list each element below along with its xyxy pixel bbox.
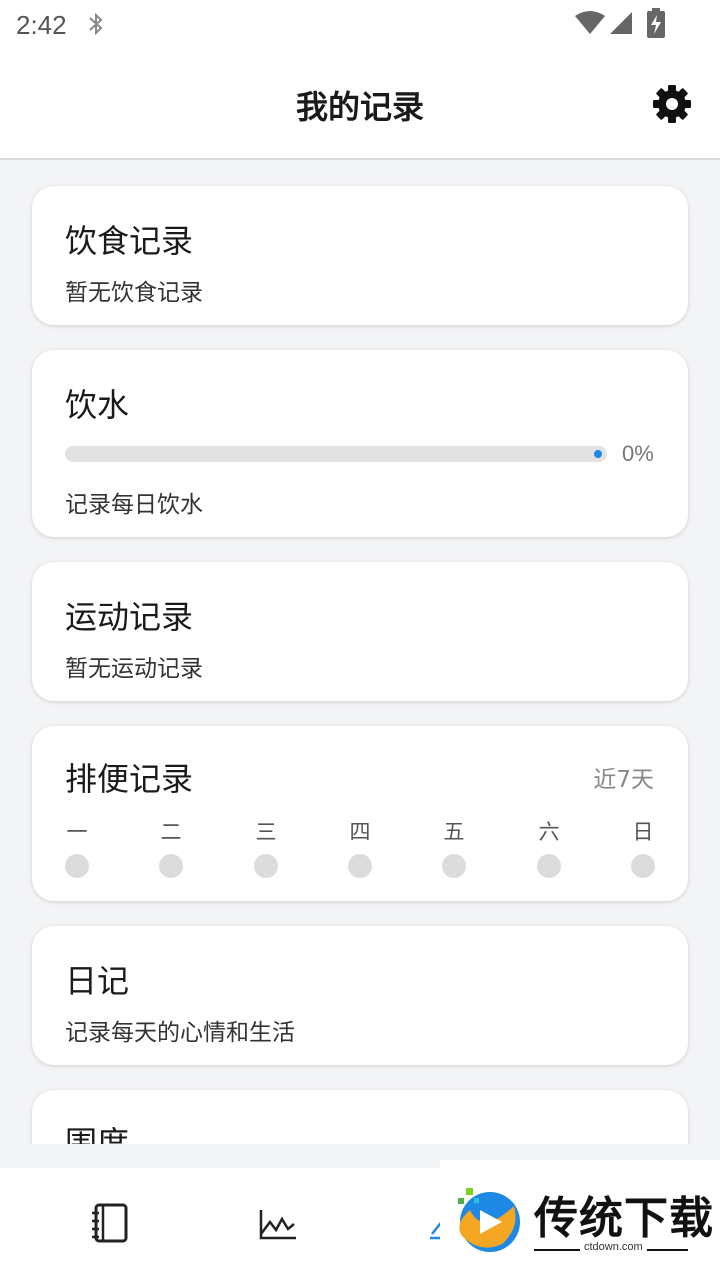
range-label: 近7天	[593, 767, 654, 793]
page-title: 我的记录	[295, 88, 424, 126]
day-status-dot	[631, 854, 655, 878]
nav-item-trends[interactable]	[216, 1168, 336, 1280]
exercise-card-title: 运动记录	[65, 598, 194, 636]
water-card[interactable]: 饮水 0% 记录每日饮水	[32, 350, 688, 537]
day-label: 五	[443, 820, 465, 844]
diary-card-title: 日记	[65, 962, 130, 1000]
day-status-dot	[348, 854, 372, 878]
diary-card-subtitle: 记录每天的心情和生活	[65, 1020, 295, 1046]
day-column: 四	[340, 816, 380, 878]
water-progress-end-dot	[594, 450, 602, 458]
day-column: 一	[57, 816, 97, 878]
day-status-dot	[537, 854, 561, 878]
exercise-card-subtitle: 暂无运动记录	[65, 656, 203, 682]
watermark: 传统下载 ctdown.com	[440, 1160, 720, 1260]
diary-card[interactable]: 日记 记录每天的心情和生活	[32, 926, 688, 1065]
water-progress-bar	[65, 446, 607, 462]
day-status-dot	[159, 854, 183, 878]
status-time: 2:42	[16, 10, 67, 40]
water-card-subtitle: 记录每日饮水	[65, 492, 203, 518]
bluetooth-icon	[89, 12, 103, 36]
water-card-title: 饮水	[65, 386, 130, 424]
day-column: 三	[246, 816, 286, 878]
day-label: 三	[255, 820, 277, 844]
day-column: 六	[529, 816, 569, 878]
diet-record-card[interactable]: 饮食记录 暂无饮食记录	[32, 186, 688, 325]
battery-charging-icon	[647, 8, 665, 38]
day-status-dot	[65, 854, 89, 878]
day-status-dot	[442, 854, 466, 878]
day-label: 六	[538, 820, 560, 844]
watermark-title: 传统下载	[534, 1193, 714, 1244]
day-label: 四	[349, 820, 371, 844]
bowel-record-card[interactable]: 排便记录 近7天 一 二 三 四 五 六 日	[32, 726, 688, 901]
status-bar: 2:42	[0, 0, 720, 52]
signal-icon	[610, 12, 632, 34]
wifi-icon	[575, 11, 605, 34]
app-bar: 我的记录	[0, 52, 720, 160]
watermark-url: ctdown.com	[580, 1241, 647, 1253]
bowel-card-title: 排便记录	[65, 760, 194, 798]
nav-item-notebook[interactable]	[48, 1168, 168, 1280]
day-label: 日	[632, 820, 654, 844]
water-progress-percent: 0%	[622, 441, 654, 466]
gear-icon[interactable]	[652, 84, 692, 124]
day-status-dot	[254, 854, 278, 878]
diet-card-subtitle: 暂无饮食记录	[65, 280, 203, 306]
notebook-icon	[92, 1203, 128, 1243]
day-label: 一	[66, 820, 88, 844]
line-chart-icon	[259, 1210, 296, 1240]
day-label: 二	[160, 820, 182, 844]
exercise-record-card[interactable]: 运动记录 暂无运动记录	[32, 562, 688, 701]
day-column: 五	[434, 816, 474, 878]
watermark-logo-icon	[458, 1188, 520, 1252]
diet-card-title: 饮食记录	[65, 222, 194, 260]
day-column: 日	[623, 816, 663, 878]
day-column: 二	[151, 816, 191, 878]
